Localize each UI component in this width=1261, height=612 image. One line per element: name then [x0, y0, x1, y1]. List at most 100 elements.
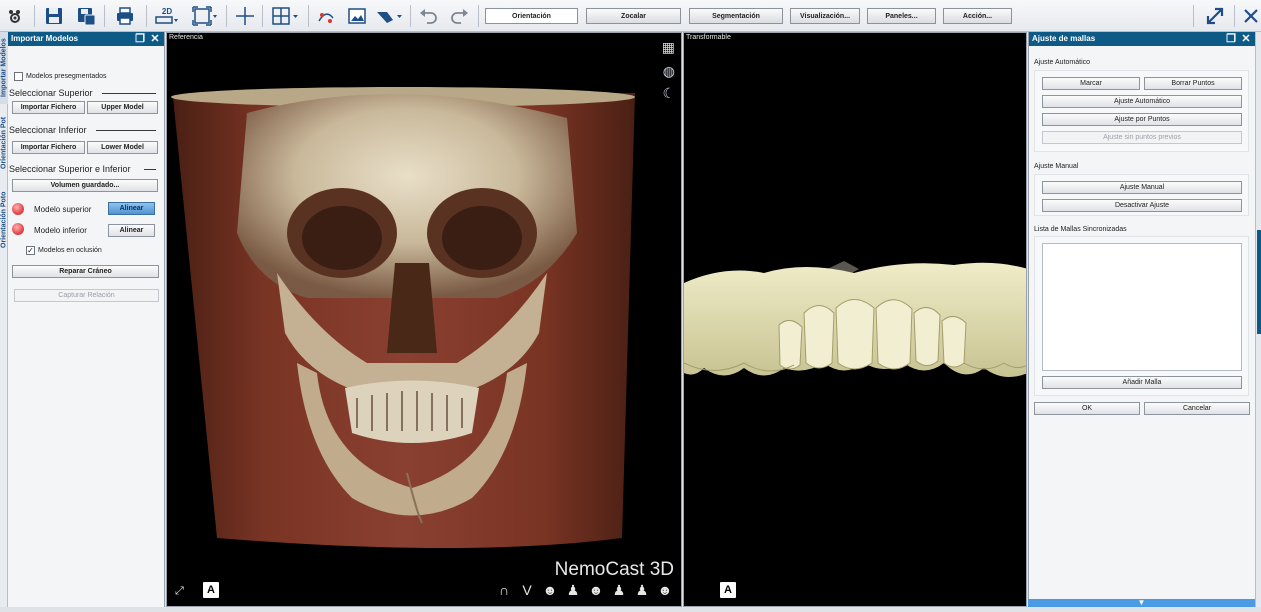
zocalar-button[interactable]: Zocalar [586, 8, 681, 24]
close-icon[interactable]: ✕ [1240, 33, 1252, 45]
synced-meshes-list[interactable] [1042, 243, 1242, 371]
upper-model-label: Modelo superior [34, 205, 92, 214]
align-lower-button[interactable]: Alinear [108, 224, 155, 237]
auto-section-label: Ajuste Automático [1034, 59, 1091, 66]
main-toolbar: 2D Orientación Zocalar Segmentación Visu… [0, 0, 1261, 32]
side-tab-orientacion-pot[interactable]: Orientación Pot [0, 108, 8, 178]
toolbar-separator [1193, 5, 1194, 27]
orientation-badge: A [203, 582, 219, 598]
pre-segmented-checkbox[interactable] [14, 72, 23, 81]
deactivate-fit-button[interactable]: Desactivar Ajuste [1042, 199, 1242, 212]
saved-volume-button[interactable]: Volumen guardado... [12, 179, 158, 192]
layout-grid-icon[interactable] [270, 4, 302, 28]
toolbar-separator [34, 5, 35, 27]
save-as-icon[interactable] [74, 4, 98, 28]
maximize-icon[interactable] [1202, 4, 1228, 28]
close-icon[interactable]: ✕ [149, 33, 161, 45]
panel-title: Ajuste de mallas [1032, 34, 1096, 43]
repair-skull-button[interactable]: Reparar Cráneo [12, 265, 159, 278]
manual-fit-button[interactable]: Ajuste Manual [1042, 181, 1242, 194]
head-left-icon[interactable]: ☻ [541, 582, 559, 598]
expand-icon[interactable]: ⤢ [175, 585, 184, 598]
scrollbar-thumb[interactable] [1257, 230, 1261, 334]
head-front-icon[interactable]: ♟ [564, 582, 582, 598]
lower-model-button[interactable]: Lower Model [87, 141, 158, 154]
arch-lower-icon[interactable]: V [518, 582, 536, 598]
arch-upper-icon[interactable]: ∩ [495, 582, 513, 598]
side-tab-orientacion-poto[interactable]: Orientación Poto [0, 182, 8, 258]
image-icon[interactable] [344, 4, 370, 28]
import-models-panel: Importar Modelos ❐ ✕ Modelos presegmenta… [8, 32, 165, 607]
restore-icon[interactable]: ❐ [1225, 33, 1237, 45]
section-divider [102, 93, 156, 94]
toolbar-separator [410, 5, 411, 27]
close-icon[interactable] [1242, 4, 1260, 28]
chevron-down-icon[interactable]: ▼ [1138, 598, 1146, 607]
side-tab-strip: Importar Modelos Orientación Pot Orienta… [0, 32, 8, 607]
toolbar-separator [146, 5, 147, 27]
save-icon[interactable] [42, 4, 66, 28]
volume-view-icon[interactable]: ◍ [663, 63, 675, 80]
orientacion-button[interactable]: Orientación [485, 8, 578, 24]
cancel-button[interactable]: Cancelar [1144, 402, 1250, 415]
side-tab-importar-modelos[interactable]: Importar Modelos [0, 32, 8, 104]
points-fit-button[interactable]: Ajuste por Puntos [1042, 113, 1242, 126]
head-top-icon[interactable]: ♟ [610, 582, 628, 598]
accion-button[interactable]: Acción... [943, 8, 1012, 24]
orientation-badge: A [720, 582, 736, 598]
view-fit-icon[interactable] [190, 4, 220, 28]
settings-icon[interactable] [4, 4, 26, 28]
head-bottom-icon[interactable]: ♟ [633, 582, 651, 598]
toolbar-separator [308, 5, 309, 27]
moon-icon[interactable]: ☾ [662, 85, 675, 102]
skull-3d-render [171, 87, 635, 548]
measure-icon[interactable] [314, 4, 338, 28]
pre-segmented-label: Modelos presegmentados [26, 73, 107, 80]
add-mesh-button[interactable]: Añadir Malla [1042, 376, 1242, 389]
clear-points-button[interactable]: Borrar Puntos [1144, 77, 1242, 90]
visualizacion-button[interactable]: Visualización... [790, 8, 860, 24]
head-back-icon[interactable]: ☻ [656, 582, 674, 598]
redo-icon[interactable] [448, 4, 472, 28]
select-both-title: Seleccionar Superior e Inferior [9, 164, 131, 174]
print-icon[interactable] [112, 4, 138, 28]
dental-arch-3d-render [684, 261, 1026, 377]
mesh-view-icon[interactable]: ▦ [662, 39, 675, 56]
collapse-arrow-bar[interactable]: ▼ [1028, 599, 1255, 607]
auto-fit-button[interactable]: Ajuste Automático [1042, 95, 1242, 108]
reference-viewport[interactable]: Referencia ▦ ◍ ☾ ⤢ A NemoCast 3D ∩ V ☻ ♟… [166, 32, 682, 607]
undo-icon[interactable] [416, 4, 440, 28]
ok-button[interactable]: OK [1034, 402, 1140, 415]
select-upper-title: Seleccionar Superior [9, 88, 93, 98]
upper-model-button[interactable]: Upper Model [87, 101, 158, 114]
mesh-fit-panel: Ajuste de mallas ❐ ✕ Ajuste Automático M… [1028, 32, 1255, 607]
2d-icon[interactable]: 2D [152, 4, 182, 28]
panel-header: Ajuste de mallas ❐ ✕ [1029, 32, 1255, 46]
import-lower-button[interactable]: Importar Fichero [12, 141, 85, 154]
occlusion-checkbox[interactable]: ✓ [26, 246, 35, 255]
section-divider [96, 130, 156, 131]
mark-button[interactable]: Marcar [1042, 77, 1140, 90]
sync-list-label: Lista de Mallas Sincronizadas [1034, 226, 1127, 233]
lower-model-label: Modelo inferior [34, 226, 87, 235]
toolbar-separator [104, 5, 105, 27]
paneles-button[interactable]: Paneles... [867, 8, 936, 24]
align-upper-button[interactable]: Alinear [108, 202, 155, 215]
right-scrollbar[interactable] [1255, 32, 1261, 607]
view-presets-toolbar: ∩ V ☻ ♟ ☻ ♟ ♟ ☻ [495, 582, 674, 598]
no-prior-points-fit-button[interactable]: Ajuste sin puntos previos [1042, 131, 1242, 144]
toolbar-separator [262, 5, 263, 27]
segmentacion-button[interactable]: Segmentación [689, 8, 783, 24]
tool-icon[interactable] [374, 4, 406, 28]
select-lower-title: Seleccionar Inferior [9, 125, 87, 135]
crosshair-icon[interactable] [234, 4, 256, 28]
capture-relation-button[interactable]: Capturar Relación [14, 289, 159, 302]
import-upper-button[interactable]: Importar Fichero [12, 101, 85, 114]
manual-section-label: Ajuste Manual [1034, 163, 1079, 170]
transformable-viewport[interactable]: Transformable A [683, 32, 1027, 607]
restore-icon[interactable]: ❐ [134, 33, 146, 45]
panel-header: Importar Modelos ❐ ✕ [8, 32, 164, 46]
toolbar-separator [478, 5, 479, 27]
section-divider [144, 169, 156, 170]
head-right-icon[interactable]: ☻ [587, 582, 605, 598]
